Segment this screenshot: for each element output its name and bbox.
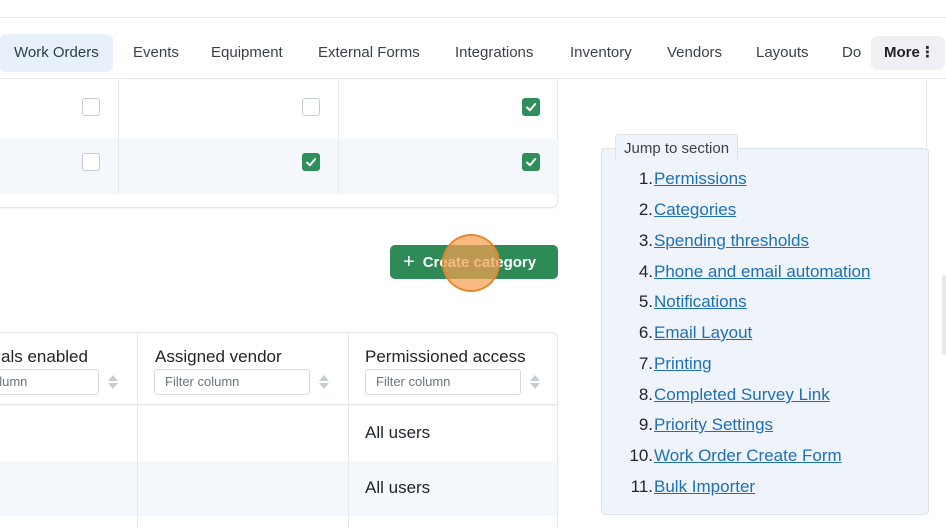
jump-link-priority-settings[interactable]: Priority Settings <box>654 415 773 435</box>
tab-do-truncated[interactable]: Do <box>842 34 864 72</box>
more-label: More <box>884 44 920 61</box>
tab-work-orders[interactable]: Work Orders <box>0 34 113 72</box>
jump-link-work-order-create-form[interactable]: Work Order Create Form <box>654 446 842 466</box>
table-row: All users <box>0 406 557 461</box>
kebab-vertical-icon: ⋮ <box>920 44 935 61</box>
jump-link-permissions[interactable]: Permissions <box>654 169 747 189</box>
permission-checkbox[interactable] <box>82 153 100 171</box>
jump-link-bulk-importer[interactable]: Bulk Importer <box>654 477 755 497</box>
content-divider <box>926 80 927 148</box>
column-divider <box>338 80 339 194</box>
check-icon <box>526 158 537 167</box>
filter-input-assigned-vendor[interactable]: Filter column <box>154 369 310 395</box>
column-divider <box>118 80 119 194</box>
permission-checkbox-checked[interactable] <box>522 153 540 171</box>
top-bar <box>0 0 946 18</box>
jump-link-email-layout[interactable]: Email Layout <box>654 323 752 343</box>
table-row <box>0 139 559 194</box>
permission-checkbox[interactable] <box>82 98 100 116</box>
tab-events[interactable]: Events <box>133 34 179 72</box>
jump-link-categories[interactable]: Categories <box>654 200 736 220</box>
filter-input-permissioned-access[interactable]: Filter column <box>365 369 521 395</box>
table-header: als enabled olumn Assigned vendor Filter… <box>0 333 557 405</box>
sort-icon[interactable] <box>107 373 119 391</box>
jump-link-notifications[interactable]: Notifications <box>654 292 747 312</box>
create-category-label: Create category <box>422 254 537 271</box>
jump-link-printing[interactable]: Printing <box>654 354 712 374</box>
tab-external-forms[interactable]: External Forms <box>318 34 420 72</box>
scrollbar[interactable] <box>942 275 946 355</box>
more-menu-button[interactable]: More ⋮ <box>871 36 945 70</box>
column-header-assigned-vendor: Assigned vendor <box>155 347 282 366</box>
plus-icon: + <box>403 251 415 273</box>
create-category-button[interactable]: + Create category <box>390 245 558 279</box>
tab-integrations[interactable]: Integrations <box>455 34 533 72</box>
jump-link-phone-email-automation[interactable]: Phone and email automation <box>654 262 870 282</box>
tab-equipment[interactable]: Equipment <box>211 34 283 72</box>
check-icon <box>306 158 317 167</box>
permission-checkbox-checked[interactable] <box>522 98 540 116</box>
permissioned-access-cell: All users <box>365 423 431 442</box>
permission-checkbox[interactable] <box>302 98 320 116</box>
check-icon <box>526 103 537 112</box>
sort-icon[interactable] <box>529 373 541 391</box>
column-header-permissioned-access: Permissioned access <box>365 347 526 366</box>
settings-nav: Work Orders Events Equipment External Fo… <box>0 28 946 79</box>
sort-icon[interactable] <box>318 373 330 391</box>
permissioned-access-cell: All users <box>365 478 431 497</box>
jump-link-spending-thresholds[interactable]: Spending thresholds <box>654 231 809 251</box>
table-row <box>0 80 559 135</box>
jump-link-completed-survey-link[interactable]: Completed Survey Link <box>654 385 830 405</box>
permission-checkbox-checked[interactable] <box>302 153 320 171</box>
permissions-table <box>0 80 559 208</box>
tab-inventory[interactable]: Inventory <box>570 34 632 72</box>
filter-input-approvals[interactable]: olumn <box>0 369 99 395</box>
table-row: All users <box>0 461 557 516</box>
tab-vendors[interactable]: Vendors <box>667 34 722 72</box>
column-header-approvals-enabled: als enabled <box>1 347 88 366</box>
column-divider <box>348 333 349 528</box>
tab-layouts[interactable]: Layouts <box>756 34 809 72</box>
categories-table: als enabled olumn Assigned vendor Filter… <box>0 332 558 528</box>
column-divider <box>137 333 138 528</box>
jump-to-section-legend: Jump to section <box>615 134 739 160</box>
table-row <box>0 516 557 528</box>
